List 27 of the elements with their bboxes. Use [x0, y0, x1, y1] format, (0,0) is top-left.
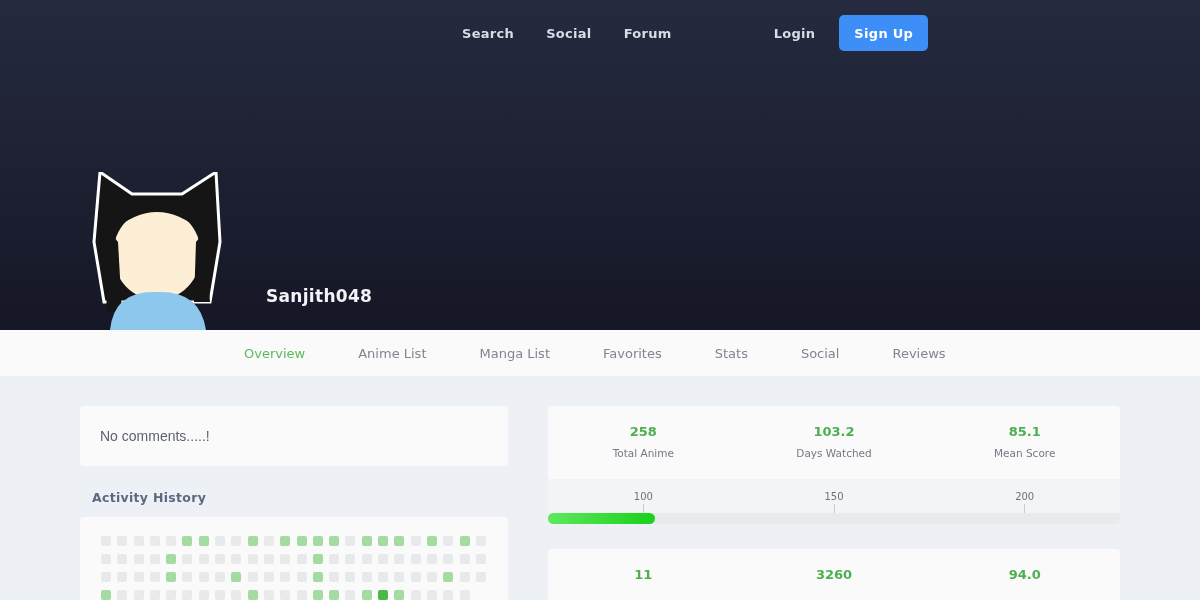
stat-value: 94.0: [1008, 567, 1041, 582]
comment-text: No comments.....!: [100, 428, 210, 444]
login-link[interactable]: Login: [757, 25, 832, 41]
section-title: Activity History: [92, 490, 208, 505]
profile-tab[interactable]: Favorites: [585, 345, 680, 361]
username: Sanjith048: [266, 286, 373, 306]
profile-tab[interactable]: Reviews: [874, 345, 964, 361]
profile-tab[interactable]: Manga List: [461, 345, 568, 361]
stat-value: 258: [629, 424, 657, 439]
profile-tab[interactable]: Social: [782, 345, 858, 361]
stat-value: 3260: [815, 567, 853, 582]
stat-label: Days Watched: [796, 447, 872, 459]
profile-tab[interactable]: Overview: [226, 345, 324, 361]
nav-link[interactable]: Social: [530, 25, 608, 41]
nav-link[interactable]: Search: [446, 25, 531, 41]
stat-value: 103.2: [813, 424, 855, 439]
milestone-label: 150: [824, 491, 844, 502]
sign-up-button[interactable]: Sign Up: [839, 15, 929, 51]
milestone-label: 200: [1015, 491, 1035, 502]
profile-tab[interactable]: Anime List: [340, 345, 445, 361]
stat-label: Mean Score: [994, 447, 1056, 459]
stat-label: Total Anime: [612, 447, 674, 459]
stat-value: 85.1: [1008, 424, 1041, 439]
nav-link[interactable]: Forum: [607, 25, 688, 41]
stat-value: 11: [634, 567, 653, 582]
profile-tab[interactable]: Stats: [696, 345, 766, 361]
milestone-label: 100: [633, 491, 653, 502]
